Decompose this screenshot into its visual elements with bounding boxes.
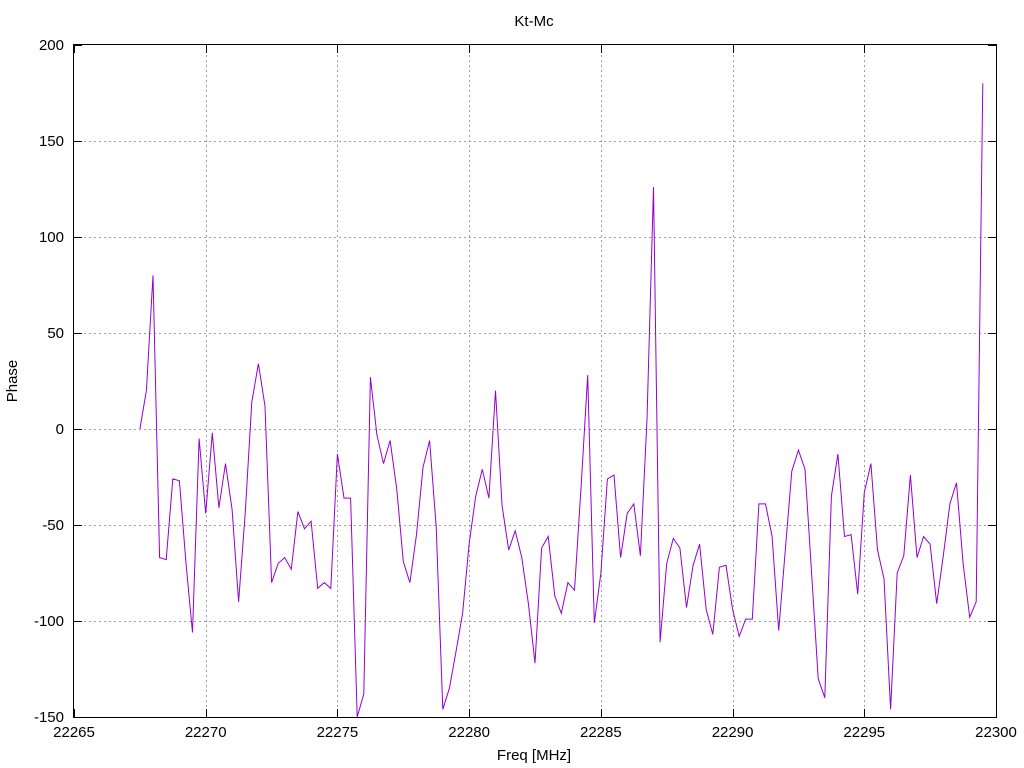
chart-title: Kt-Mc (514, 13, 554, 30)
x-tick-label: 22265 (53, 724, 95, 741)
x-tick-label: 22270 (185, 724, 227, 741)
x-tick-label: 22275 (317, 724, 359, 741)
y-tick-label: 100 (39, 229, 64, 246)
x-axis-label: Freq [MHz] (497, 747, 571, 764)
x-tick-label: 22300 (975, 724, 1017, 741)
y-tick-label: 0 (56, 421, 64, 438)
x-tick-label: 22280 (448, 724, 490, 741)
y-tick-label: 200 (39, 37, 64, 54)
grid (74, 45, 996, 717)
y-axis-label: Phase (4, 360, 21, 403)
ticks (74, 45, 997, 718)
y-tick-label: -150 (34, 709, 64, 726)
x-tick-label: 22295 (843, 724, 885, 741)
x-tick-label: 22285 (580, 724, 622, 741)
chart: 22265 22270 22275 22280 22285 22290 22295 22300… (4, 13, 1017, 764)
series-layer (139, 83, 984, 718)
y-tick-label: -50 (42, 517, 64, 534)
y-tick-label: 50 (47, 325, 64, 342)
x-tick-label: 22290 (712, 724, 754, 741)
tick-labels: 22265 22270 22275 22280 22285 22290 22295 22300… (34, 37, 1017, 741)
y-tick-label: 150 (39, 133, 64, 150)
y-tick-label: -100 (34, 613, 64, 630)
plot-frame (73, 44, 997, 718)
series-line (139, 83, 984, 718)
